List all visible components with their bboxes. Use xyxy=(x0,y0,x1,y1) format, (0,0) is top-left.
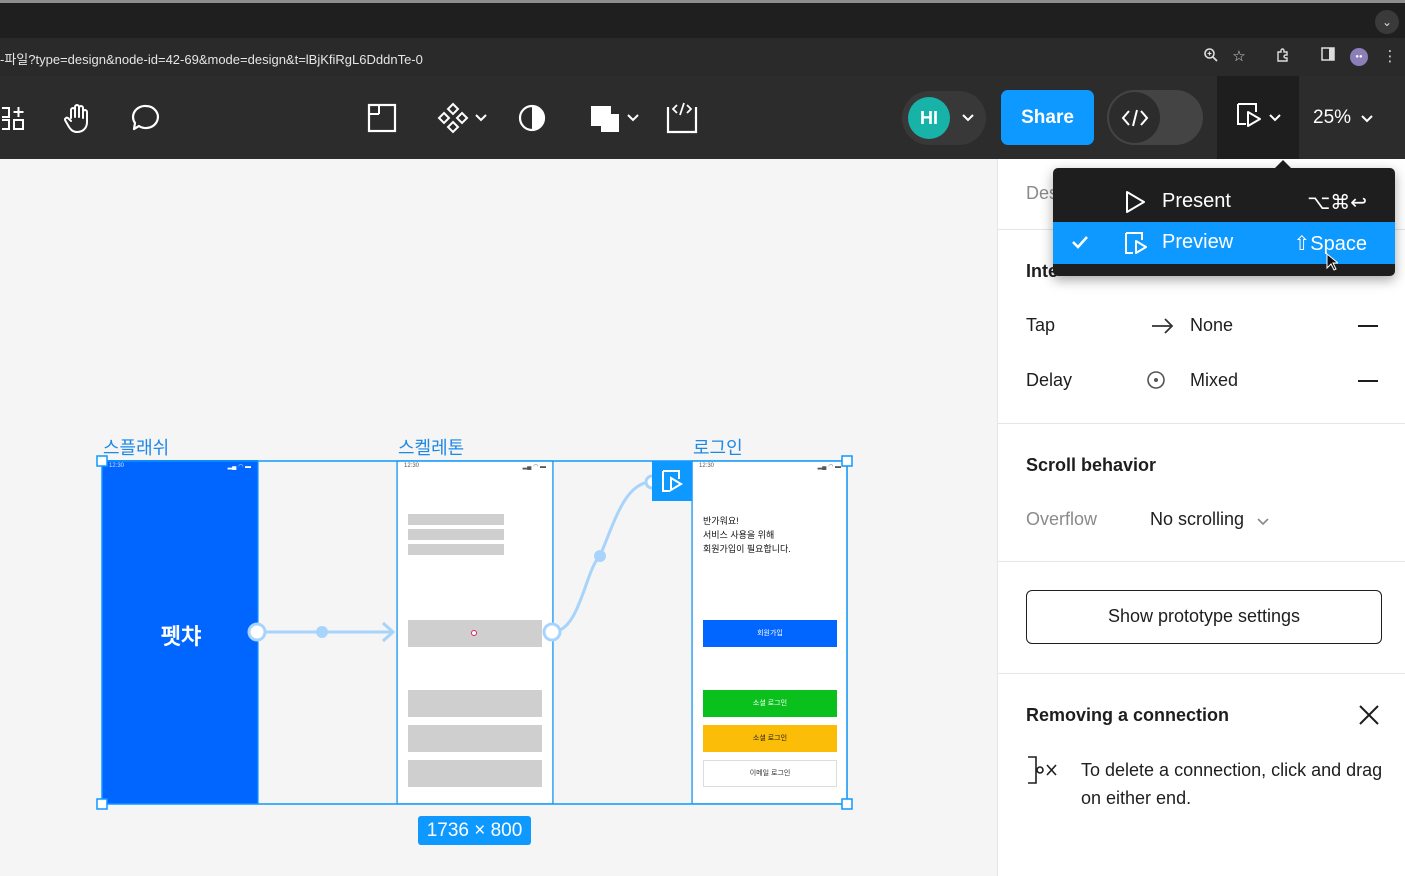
status-icons: ▂▄ ◠ ▬ xyxy=(227,464,251,470)
play-icon xyxy=(1124,190,1146,220)
skeleton-block xyxy=(408,725,542,752)
arrow-right-icon xyxy=(1151,317,1175,340)
figma-toolbar: HI Share 25% xyxy=(0,76,1405,159)
social-login-button-yellow[interactable]: 소셜 로그인 xyxy=(703,725,837,752)
email-login-button[interactable]: 이메일 로그인 xyxy=(703,760,837,787)
user-avatar[interactable]: HI xyxy=(908,97,950,139)
divider xyxy=(998,423,1405,424)
menu-item-shortcut: ⌥⌘↩ xyxy=(1307,192,1367,214)
frame-layout-icon[interactable] xyxy=(364,76,400,159)
delay-value[interactable]: Mixed xyxy=(1190,370,1238,391)
tap-trigger-label[interactable]: Tap xyxy=(1026,315,1055,336)
chevron-down-icon xyxy=(475,113,487,122)
browser-tabstrip: ⌄ xyxy=(0,0,1405,38)
browser-address-bar: -파일?type=design&node-id=42-69&mode=desig… xyxy=(0,38,1405,76)
disconnect-icon xyxy=(1026,755,1058,790)
menu-item-preview[interactable]: Preview ⇧Space xyxy=(1053,222,1395,264)
code-brackets-icon xyxy=(1109,92,1160,143)
overflow-label: Overflow xyxy=(1026,509,1098,529)
profile-avatar[interactable]: ●● xyxy=(1350,48,1368,66)
divider xyxy=(998,673,1405,674)
chevron-down-icon[interactable] xyxy=(960,76,976,159)
status-time: 12:30 xyxy=(699,463,715,469)
remove-interaction-icon[interactable] xyxy=(1358,325,1378,327)
share-button[interactable]: Share xyxy=(1001,90,1094,145)
dev-mode-toggle[interactable] xyxy=(1107,90,1203,145)
overflow-select[interactable]: No scrolling xyxy=(1150,509,1269,531)
hint-text: To delete a connection, click and drag o… xyxy=(1081,760,1383,808)
status-time: 12:30 xyxy=(404,463,420,469)
skeleton-frame[interactable]: 12:30 ▂▄ ◠ ▬ xyxy=(397,460,553,804)
remove-interaction-icon[interactable] xyxy=(1358,380,1378,382)
chevron-down-icon xyxy=(627,113,639,122)
signup-button[interactable]: 회원가입 xyxy=(703,620,837,647)
hint-title: Removing a connection xyxy=(1026,705,1230,725)
menu-item-label: Present xyxy=(1162,190,1231,212)
preview-window-icon xyxy=(1124,231,1148,261)
frame-label-login[interactable]: 로그인 xyxy=(693,434,743,460)
login-greeting: 반가워요! 서비스 사용을 위해 회원가입이 필요합니다. xyxy=(703,516,791,554)
status-time: 12:30 xyxy=(109,463,125,469)
divider xyxy=(998,561,1405,562)
dev-code-frame-icon[interactable] xyxy=(664,76,700,159)
assets-grid-icon[interactable] xyxy=(0,76,30,159)
skeleton-block xyxy=(408,760,542,787)
zoom-level: 25% xyxy=(1313,106,1352,128)
zoom-lens-icon[interactable] xyxy=(1201,47,1221,67)
app-logo-text: 펫챠 xyxy=(160,624,202,649)
side-panel-icon[interactable] xyxy=(1318,47,1338,67)
skeleton-line xyxy=(408,544,504,555)
delay-trigger-label[interactable]: Delay xyxy=(1026,370,1072,391)
login-frame[interactable]: 12:30 ▂▄ ◠ ▬ 반가워요! 서비스 사용을 위해 회원가입이 필요합니… xyxy=(692,460,848,804)
tab-search-chevron-icon[interactable]: ⌄ xyxy=(1375,10,1399,34)
status-icons: ▂▄ ◠ ▬ xyxy=(817,464,841,470)
status-icons: ▂▄ ◠ ▬ xyxy=(522,464,546,470)
zoom-menu[interactable]: 25% xyxy=(1313,76,1373,159)
social-login-button-green[interactable]: 소셜 로그인 xyxy=(703,690,837,717)
splash-frame[interactable]: 12:30 ▂▄ ◠ ▬ 펫챠 xyxy=(102,460,258,804)
show-prototype-settings-button[interactable]: Show prototype settings xyxy=(1026,590,1382,644)
present-dropdown-menu: Present ⌥⌘↩ Preview ⇧Space xyxy=(1053,168,1395,276)
clock-timer-icon xyxy=(1146,370,1166,395)
scroll-behavior-title: Scroll behavior xyxy=(1026,455,1157,475)
hotspot-dot-icon xyxy=(471,630,477,636)
menu-item-present[interactable]: Present ⌥⌘↩ xyxy=(1053,181,1395,223)
hand-tool-icon[interactable] xyxy=(58,76,98,159)
extensions-puzzle-icon[interactable] xyxy=(1273,47,1293,67)
boolean-shapes-menu[interactable] xyxy=(586,76,642,159)
selection-size-badge: 1736 × 800 xyxy=(418,816,531,845)
chevron-down-icon xyxy=(1361,107,1373,129)
skeleton-line xyxy=(408,514,504,525)
contrast-mask-icon[interactable] xyxy=(516,76,548,159)
boolean-union-icon xyxy=(589,102,621,134)
comment-tool-icon[interactable] xyxy=(126,76,166,159)
menu-item-label: Preview xyxy=(1162,231,1234,253)
close-icon[interactable] xyxy=(1358,704,1380,731)
url-text[interactable]: -파일?type=design&node-id=42-69&mode=desig… xyxy=(0,49,423,68)
present-menu-button[interactable] xyxy=(1217,76,1299,159)
frame-label-skeleton[interactable]: 스켈레톤 xyxy=(398,434,464,460)
frame-label-splash[interactable]: 스플래쉬 xyxy=(103,434,169,460)
chevron-down-icon xyxy=(1257,510,1269,531)
overflow-value: No scrolling xyxy=(1150,509,1245,529)
skeleton-block xyxy=(408,690,542,717)
bookmark-star-icon[interactable]: ☆ xyxy=(1229,47,1249,67)
skeleton-button xyxy=(408,620,542,647)
chevron-down-icon xyxy=(1269,109,1281,127)
play-preview-icon xyxy=(1235,101,1263,134)
kebab-menu-icon[interactable]: ⋮ xyxy=(1380,47,1400,67)
component-diamond-icon xyxy=(437,102,469,134)
mouse-cursor-icon xyxy=(1326,252,1340,276)
skeleton-line xyxy=(408,529,504,540)
tap-action-value[interactable]: None xyxy=(1190,315,1233,336)
components-menu[interactable] xyxy=(434,76,490,159)
checkmark-icon xyxy=(1071,233,1089,256)
